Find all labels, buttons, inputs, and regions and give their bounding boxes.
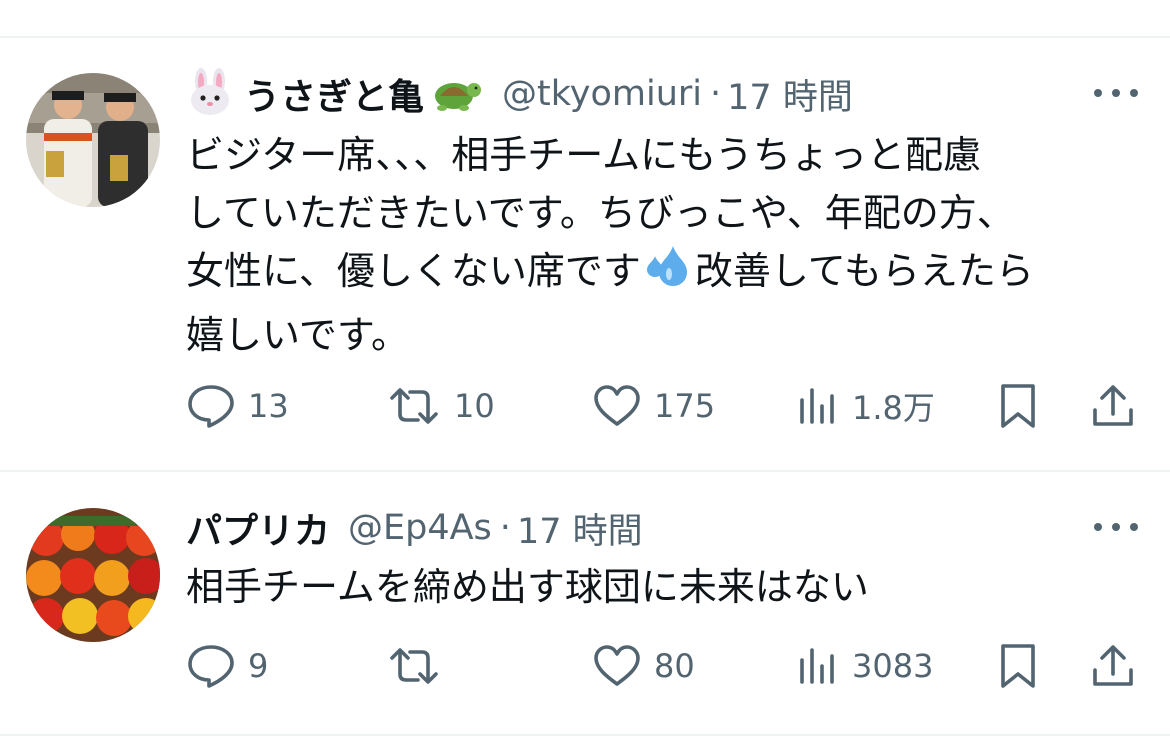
views-button[interactable]: 1.8万 xyxy=(796,376,935,436)
tweet-header: パプリカ @Ep4As · 17 時間 xyxy=(186,500,643,556)
more-icon[interactable] xyxy=(1092,86,1140,100)
display-name[interactable]: パプリカ xyxy=(186,502,330,554)
tweet-1[interactable]: うさぎと亀 @tkyomiuri · 17 時間 ビジター席、、、相手チームにも… xyxy=(0,0,1170,470)
tweet-2[interactable]: パプリカ @Ep4As · 17 時間 相手チームを締め出す球団に未来はない 9… xyxy=(0,472,1170,738)
like-count: 175 xyxy=(654,387,716,425)
views-count: 1.8万 xyxy=(852,389,935,427)
user-handle[interactable]: @tkyomiuri xyxy=(502,74,702,114)
retweet-count: 10 xyxy=(454,387,495,425)
like-icon xyxy=(592,384,642,428)
tweet-header: うさぎと亀 @tkyomiuri · 17 時間 xyxy=(186,66,853,122)
retweet-button[interactable] xyxy=(386,636,454,696)
bottom-divider xyxy=(0,734,1170,736)
more-icon[interactable] xyxy=(1092,520,1140,534)
tweet-timestamp[interactable]: 17 時間 xyxy=(727,69,853,120)
tweet-actions: 9 80 3083 xyxy=(0,636,1170,696)
reply-button[interactable]: 13 xyxy=(186,376,289,436)
views-button[interactable]: 3083 xyxy=(796,636,933,696)
bookmark-icon xyxy=(998,642,1038,690)
reply-icon xyxy=(186,644,236,688)
tweet-text: 相手チームを締め出す球団に未来はない xyxy=(186,565,869,609)
tweet-actions: 13 10 175 1.8万 xyxy=(0,376,1170,436)
share-icon xyxy=(1090,382,1136,430)
display-name[interactable]: うさぎと亀 xyxy=(244,68,424,120)
reply-count: 13 xyxy=(248,387,289,425)
bookmark-button[interactable] xyxy=(998,636,1038,696)
bookmark-icon xyxy=(998,382,1038,430)
like-icon xyxy=(592,644,642,688)
reply-icon xyxy=(186,384,236,428)
share-button[interactable] xyxy=(1090,636,1136,696)
share-icon xyxy=(1090,642,1136,690)
turtle-emoji-icon xyxy=(428,68,484,120)
avatar[interactable] xyxy=(26,508,160,642)
retweet-button[interactable]: 10 xyxy=(386,376,495,436)
views-icon xyxy=(796,384,840,428)
bookmark-button[interactable] xyxy=(998,376,1038,436)
like-count: 80 xyxy=(654,647,695,685)
header-separator: · xyxy=(710,74,722,114)
header-separator: · xyxy=(499,508,511,548)
views-icon xyxy=(796,644,840,688)
retweet-icon xyxy=(386,384,442,428)
tweet-text: ビジター席、、、相手チームにもうちょっと配慮 していただきたいです。ちびっこや、… xyxy=(186,126,1146,364)
rabbit-face-emoji-icon xyxy=(186,68,234,120)
retweet-icon xyxy=(386,644,442,688)
sweat-droplets-emoji-icon xyxy=(643,244,693,306)
share-button[interactable] xyxy=(1090,376,1136,436)
user-handle[interactable]: @Ep4As xyxy=(348,508,492,548)
reply-button[interactable]: 9 xyxy=(186,636,268,696)
like-button[interactable]: 175 xyxy=(592,376,715,436)
reply-count: 9 xyxy=(248,647,269,685)
views-count: 3083 xyxy=(852,647,934,685)
like-button[interactable]: 80 xyxy=(592,636,695,696)
tweet-timestamp[interactable]: 17 時間 xyxy=(517,503,643,554)
avatar[interactable] xyxy=(26,73,160,207)
